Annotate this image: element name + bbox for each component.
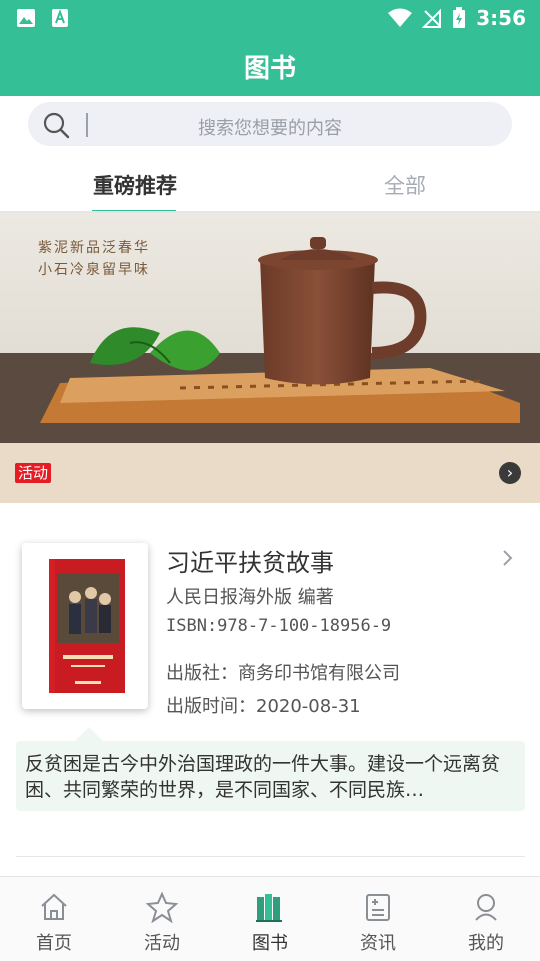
category-tabs: 重磅推荐 全部 (0, 158, 540, 213)
chevron-right-icon[interactable] (500, 547, 516, 569)
wifi-icon (388, 8, 413, 27)
status-bar-system: 3:56 (388, 6, 526, 30)
book-card[interactable]: 习近平扶贫故事 人民日报海外版 编著 ISBN:978-7-100-18956-… (0, 503, 540, 873)
text-app-icon (52, 9, 68, 27)
nav-books[interactable]: 图书 (216, 877, 324, 961)
battery-charging-icon (453, 7, 466, 28)
book-description: 反贫困是古今中外治国理政的一件大事。建设一个远离贫困、共同繁荣的世界，是不同国家… (16, 741, 525, 811)
nav-news-label: 资讯 (360, 933, 396, 954)
nav-news[interactable]: 资讯 (324, 877, 432, 961)
star-icon (146, 891, 178, 923)
nav-me-label: 我的 (468, 933, 504, 954)
nav-home-label: 首页 (36, 933, 72, 954)
nav-home[interactable]: 首页 (0, 877, 108, 961)
divider (16, 856, 525, 857)
app-bar: 图书 (0, 36, 540, 96)
chevron-right-icon[interactable]: › (499, 462, 521, 484)
bottom-nav: 首页 活动 图书 资讯 我的 (0, 876, 540, 961)
nav-books-label: 图书 (252, 933, 288, 954)
books-icon (256, 894, 282, 922)
status-time: 3:56 (476, 6, 526, 30)
user-icon (475, 894, 497, 921)
book-author: 人民日报海外版 编著 (166, 587, 334, 608)
book-cover-image (49, 559, 125, 693)
book-cover[interactable] (22, 543, 148, 709)
home-icon (41, 893, 67, 920)
description-pointer (75, 727, 103, 741)
image-icon (17, 9, 35, 27)
status-bar: 3:56 (0, 0, 540, 36)
nav-activity-label: 活动 (144, 933, 180, 954)
book-title[interactable]: 习近平扶贫故事 (166, 543, 334, 578)
book-isbn: ISBN:978-7-100-18956-9 (166, 616, 392, 636)
activity-tag: 活动 (15, 463, 52, 483)
search-placeholder: 搜索您想要的内容 (198, 118, 342, 139)
nav-me[interactable]: 我的 (432, 877, 540, 961)
no-signal-icon (422, 8, 442, 28)
book-publisher: 出版社：商务印书馆有限公司 (166, 663, 400, 684)
nav-activity[interactable]: 活动 (108, 877, 216, 961)
promo-banner[interactable]: 紫泥新品泛春华 小石冷泉留早味 活动 › (0, 213, 540, 503)
page-title: 图书 (243, 53, 296, 84)
banner-poem-line-1: 紫泥新品泛春华 (38, 240, 150, 256)
tab-featured[interactable]: 重磅推荐 (93, 170, 177, 200)
tab-all[interactable]: 全部 (384, 170, 426, 200)
book-publish-date: 出版时间：2020-08-31 (166, 696, 361, 717)
search-input[interactable]: 搜索您想要的内容 (28, 102, 512, 146)
news-icon (366, 894, 390, 921)
banner-poem-line-2: 小石冷泉留早味 (38, 262, 150, 278)
banner-footer: 活动 › (0, 443, 540, 503)
book-description-text: 反贫困是古今中外治国理政的一件大事。建设一个远离贫困、共同繁荣的世界，是不同国家… (25, 753, 501, 801)
status-bar-notifications (16, 8, 70, 28)
